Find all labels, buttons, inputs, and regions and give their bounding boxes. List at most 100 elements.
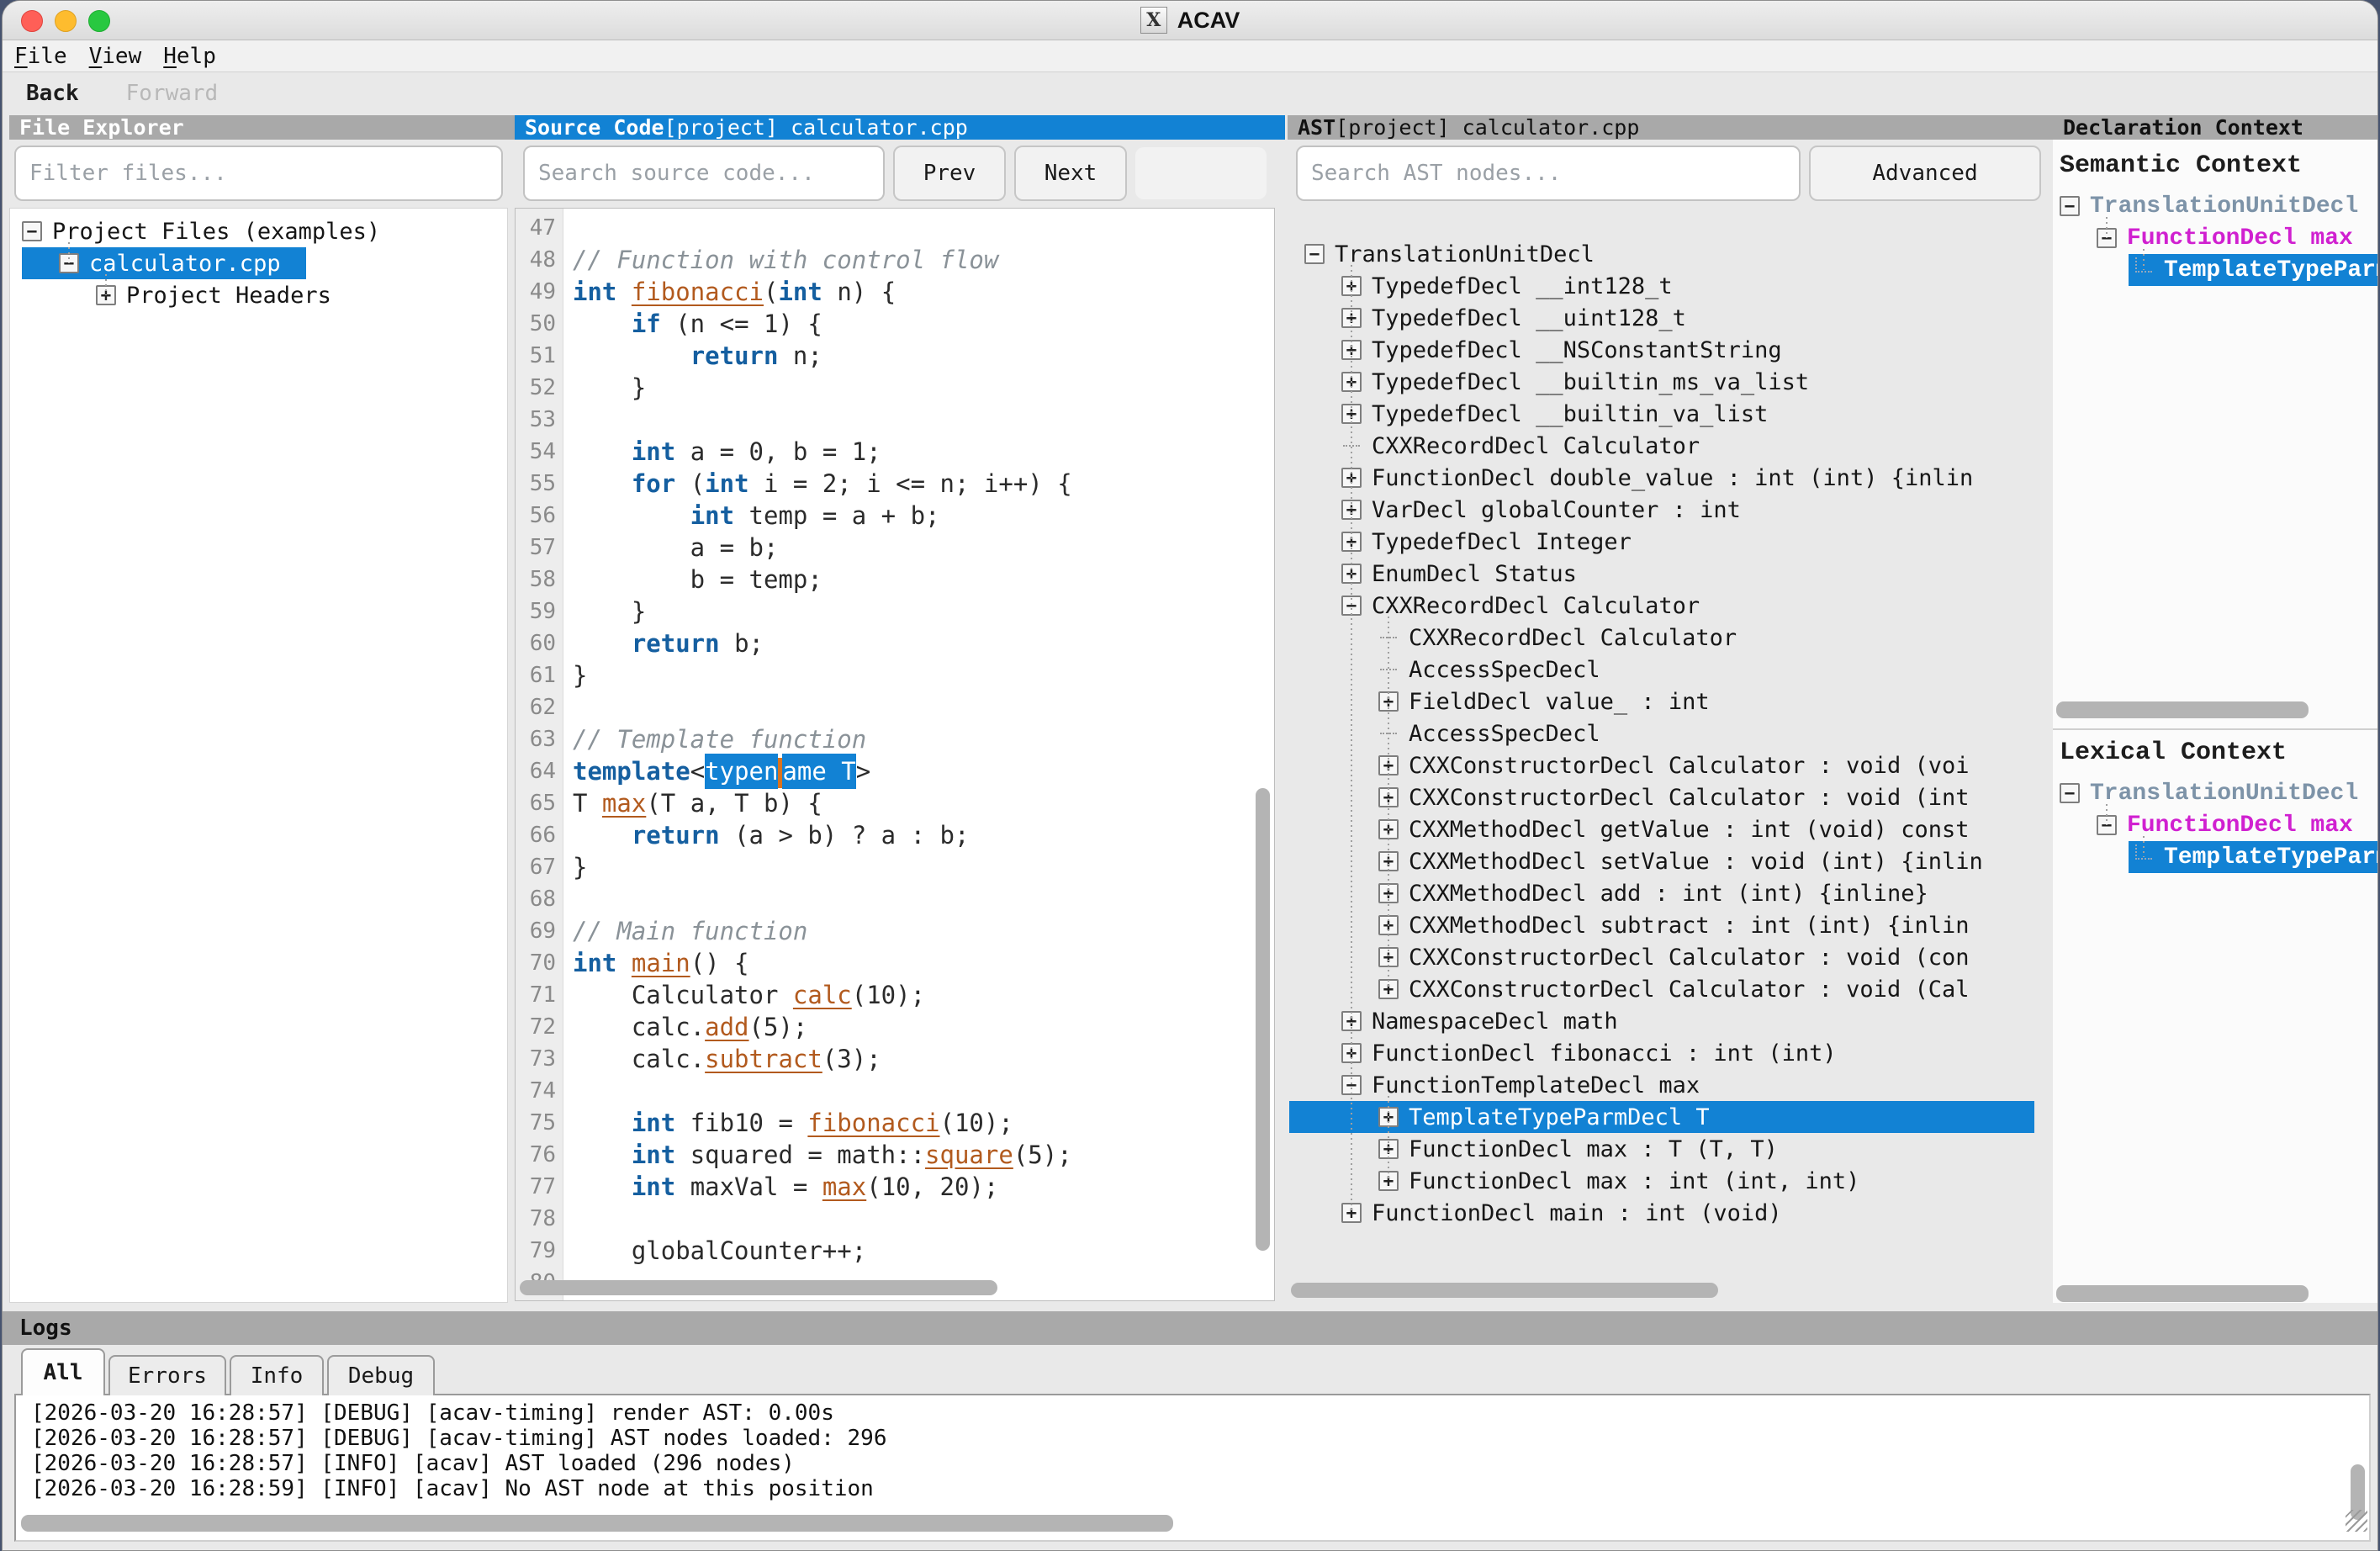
ast-tree: −TranslationUnitDecl+TypedefDecl __int12… bbox=[1288, 208, 2044, 1303]
tree-row[interactable]: TemplateTypeParm bbox=[2053, 841, 2377, 873]
source-vertical-scrollbar[interactable] bbox=[1256, 788, 1270, 1251]
collapse-icon[interactable]: − bbox=[22, 221, 42, 241]
line-number: 71 bbox=[516, 979, 556, 1011]
tree-row-label: CXXMethodDecl add : int (int) {inline} bbox=[1409, 881, 1928, 907]
lexical-horizontal-scrollbar[interactable] bbox=[2056, 1285, 2309, 1302]
tree-row[interactable]: −Project Files (examples) bbox=[10, 215, 507, 247]
ast-horizontal-scrollbar[interactable] bbox=[1291, 1283, 1718, 1298]
tree-row-label: Project Files (examples) bbox=[52, 219, 380, 245]
line-number: 63 bbox=[516, 723, 556, 755]
tree-row[interactable]: +CXXMethodDecl setValue : void (int) {in… bbox=[1288, 845, 2044, 877]
acav-window: X ACAV FileViewHelp Back Forward File Ex… bbox=[2, 0, 2378, 1551]
log-line: [2026-03-20 16:28:59] [INFO] [acav] No A… bbox=[31, 1476, 874, 1501]
source-code-editor[interactable]: 4748495051525354555657585960616263646566… bbox=[515, 208, 1275, 1301]
code-line: globalCounter++; bbox=[573, 1235, 866, 1267]
tree-row[interactable]: +CXXConstructorDecl Calculator : void (i… bbox=[1288, 781, 2044, 813]
tree-guide-line bbox=[1388, 617, 1389, 989]
tree-row[interactable]: +TypedefDecl __NSConstantString bbox=[1288, 334, 2044, 366]
line-number: 67 bbox=[516, 851, 556, 883]
logs-tab-all[interactable]: All bbox=[21, 1348, 105, 1395]
tree-row[interactable]: +TypedefDecl __builtin_ms_va_list bbox=[1288, 366, 2044, 398]
tree-row[interactable]: +Project Headers bbox=[10, 279, 507, 311]
logs-tab-info[interactable]: Info bbox=[230, 1355, 324, 1395]
back-button[interactable]: Back bbox=[26, 81, 79, 106]
semantic-horizontal-scrollbar[interactable] bbox=[2056, 701, 2309, 718]
advanced-button[interactable]: Advanced bbox=[1809, 146, 2041, 201]
tree-row[interactable]: +CXXMethodDecl getValue : int (void) con… bbox=[1288, 813, 2044, 845]
tree-row-label: TemplateTypeParm bbox=[2164, 844, 2377, 871]
tree-row[interactable]: −TranslationUnitDecl bbox=[1288, 238, 2044, 270]
line-number: 47 bbox=[516, 212, 556, 244]
tree-row[interactable]: +TypedefDecl __uint128_t bbox=[1288, 302, 2044, 334]
logs-output[interactable]: [2026-03-20 16:28:57] [DEBUG] [acav-timi… bbox=[14, 1394, 2371, 1542]
tree-row[interactable]: +CXXConstructorDecl Calculator : void (C… bbox=[1288, 973, 2044, 1005]
tree-row[interactable]: CXXRecordDecl Calculator bbox=[1288, 622, 2044, 654]
source-horizontal-scrollbar[interactable] bbox=[520, 1280, 997, 1295]
tree-row[interactable]: +NamespaceDecl math bbox=[1288, 1005, 2044, 1037]
tree-row[interactable]: +VarDecl globalCounter : int bbox=[1288, 494, 2044, 526]
tree-row[interactable]: +CXXConstructorDecl Calculator : void (c… bbox=[1288, 941, 2044, 973]
tree-row[interactable]: +CXXMethodDecl subtract : int (int) {inl… bbox=[1288, 909, 2044, 941]
tree-row[interactable]: +TypedefDecl Integer bbox=[1288, 526, 2044, 558]
forward-button[interactable]: Forward bbox=[126, 81, 219, 106]
tree-row[interactable]: +TypedefDecl __builtin_va_list bbox=[1288, 398, 2044, 430]
tree-row[interactable]: +FunctionDecl fibonacci : int (int) bbox=[1288, 1037, 2044, 1069]
line-number: 55 bbox=[516, 468, 556, 500]
tree-row[interactable]: +FunctionDecl double_value : int (int) {… bbox=[1288, 462, 2044, 494]
menu-item-file[interactable]: File bbox=[14, 44, 67, 69]
tree-row[interactable]: −FunctionTemplateDecl max bbox=[1288, 1069, 2044, 1101]
tree-row[interactable]: +CXXMethodDecl add : int (int) {inline} bbox=[1288, 877, 2044, 909]
tree-row[interactable]: −TranslationUnitDecl bbox=[2053, 777, 2377, 809]
tree-row[interactable]: +TemplateTypeParmDecl T bbox=[1288, 1101, 2044, 1133]
filter-files-input[interactable] bbox=[14, 146, 503, 201]
tree-row[interactable]: +FieldDecl value_ : int bbox=[1288, 686, 2044, 717]
menu-item-view[interactable]: View bbox=[89, 44, 142, 69]
code-line: calc.add(5); bbox=[573, 1011, 807, 1043]
tree-row[interactable]: +EnumDecl Status bbox=[1288, 558, 2044, 590]
line-number: 76 bbox=[516, 1139, 556, 1171]
log-line: [2026-03-20 16:28:57] [INFO] [acav] AST … bbox=[31, 1451, 795, 1476]
tree-row[interactable]: −CXXRecordDecl Calculator bbox=[1288, 590, 2044, 622]
tree-row-label: FunctionDecl main : int (void) bbox=[1372, 1200, 1782, 1226]
tree-row[interactable]: TemplateTypeParm bbox=[2053, 254, 2377, 286]
log-line: [2026-03-20 16:28:57] [DEBUG] [acav-timi… bbox=[31, 1400, 834, 1426]
tree-row[interactable]: −TranslationUnitDecl bbox=[2053, 190, 2377, 222]
tree-row-label: FunctionDecl fibonacci : int (int) bbox=[1372, 1040, 1837, 1067]
search-source-input[interactable] bbox=[523, 146, 885, 201]
line-number: 48 bbox=[516, 244, 556, 276]
tree-row[interactable]: −FunctionDecl max bbox=[2053, 222, 2377, 254]
search-status-area bbox=[1135, 147, 1267, 199]
logs-tab-debug[interactable]: Debug bbox=[327, 1355, 435, 1395]
tree-row[interactable]: AccessSpecDecl bbox=[1288, 717, 2044, 749]
line-number: 64 bbox=[516, 755, 556, 787]
tree-row[interactable]: +FunctionDecl max : int (int, int) bbox=[1288, 1165, 2044, 1197]
tree-row[interactable]: +FunctionDecl main : int (void) bbox=[1288, 1197, 2044, 1229]
tree-row[interactable]: +TypedefDecl __int128_t bbox=[1288, 270, 2044, 302]
line-number: 69 bbox=[516, 915, 556, 947]
tree-row[interactable]: +FunctionDecl max : T (T, T) bbox=[1288, 1133, 2044, 1165]
ast-header: AST [project] calculator.cpp bbox=[1288, 115, 2055, 140]
logs-horizontal-scrollbar[interactable] bbox=[21, 1515, 1173, 1532]
resize-grip[interactable] bbox=[2346, 1510, 2367, 1532]
collapse-icon[interactable]: − bbox=[2060, 783, 2080, 803]
lexical-context-tree: −TranslationUnitDecl−FunctionDecl max Tem… bbox=[2053, 776, 2377, 1280]
tree-row[interactable]: −calculator.cpp bbox=[10, 247, 507, 279]
next-button[interactable]: Next bbox=[1014, 146, 1127, 201]
collapse-icon[interactable]: − bbox=[2060, 196, 2080, 216]
menu-item-help[interactable]: Help bbox=[163, 44, 216, 69]
tree-row[interactable]: AccessSpecDecl bbox=[1288, 654, 2044, 686]
tree-row[interactable]: +CXXConstructorDecl Calculator : void (v… bbox=[1288, 749, 2044, 781]
collapse-icon[interactable]: − bbox=[1304, 244, 1325, 264]
tree-row-label: FunctionTemplateDecl max bbox=[1372, 1072, 1700, 1098]
logs-tab-errors[interactable]: Errors bbox=[108, 1355, 226, 1395]
tree-row-label: TypedefDecl __uint128_t bbox=[1372, 305, 1686, 331]
search-ast-input[interactable] bbox=[1296, 146, 1801, 201]
tree-row-label: AccessSpecDecl bbox=[1409, 657, 1600, 683]
tree-guide-line bbox=[105, 274, 107, 295]
tree-row-label: NamespaceDecl math bbox=[1372, 1008, 1618, 1035]
code-line: Calculator calc(10); bbox=[573, 979, 925, 1011]
tree-row[interactable]: −FunctionDecl max bbox=[2053, 809, 2377, 841]
tree-row[interactable]: CXXRecordDecl Calculator bbox=[1288, 430, 2044, 462]
prev-button[interactable]: Prev bbox=[893, 146, 1006, 201]
line-number: 65 bbox=[516, 787, 556, 819]
